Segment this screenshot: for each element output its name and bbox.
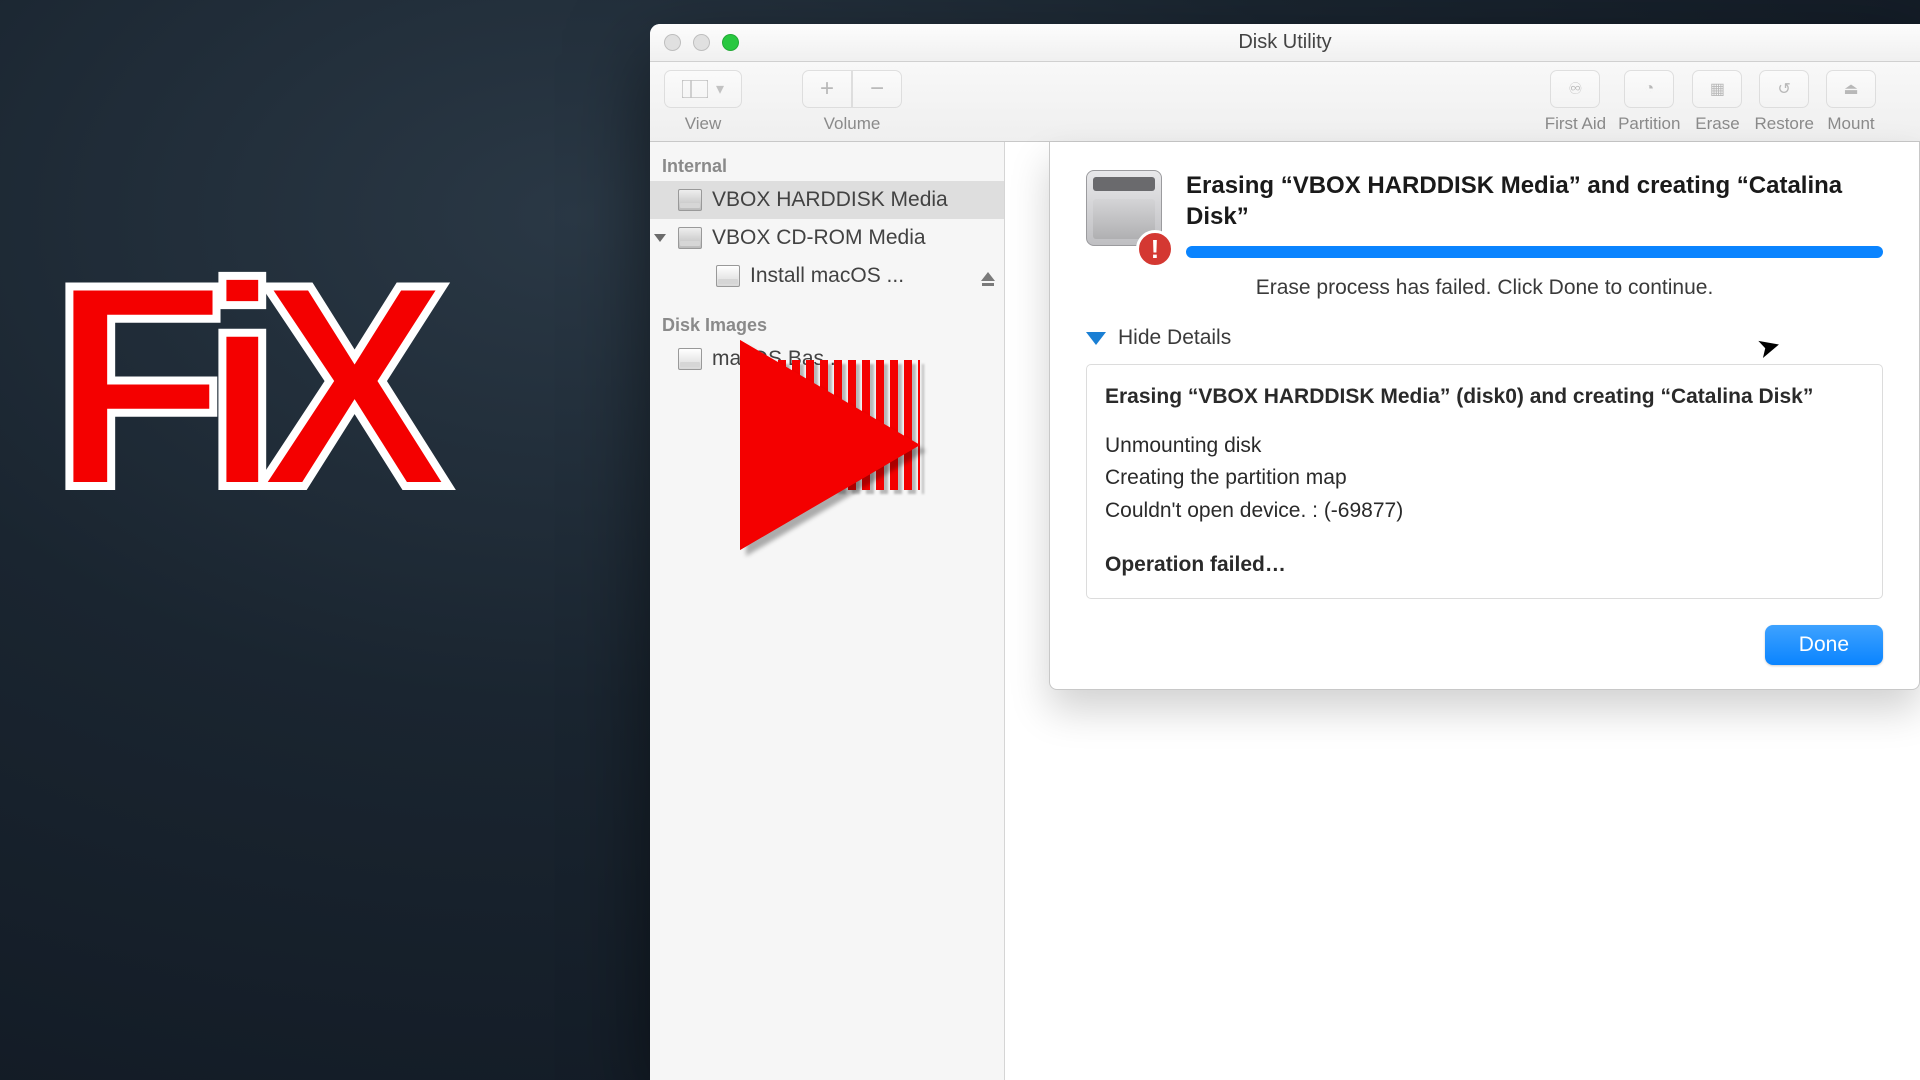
partition-button[interactable]: ◔	[1624, 70, 1674, 108]
disk-utility-window: Disk Utility ▾ View + − Volume ♾ First A…	[650, 24, 1920, 1080]
first-aid-button[interactable]: ♾	[1550, 70, 1600, 108]
titlebar: Disk Utility	[650, 24, 1920, 62]
arrow-icon	[740, 340, 920, 550]
mount-button[interactable]: ⏏	[1826, 70, 1876, 108]
disk-icon	[678, 227, 702, 249]
first-aid-label: First Aid	[1545, 114, 1606, 134]
eject-icon[interactable]	[981, 272, 995, 281]
minimize-button[interactable]	[693, 34, 710, 51]
volume-icon	[678, 348, 702, 370]
chevron-down-icon: ▾	[716, 79, 724, 99]
restore-label: Restore	[1754, 114, 1814, 134]
log-line: Couldn't open device. : (-69877)	[1105, 495, 1864, 528]
stethoscope-icon: ♾	[1568, 79, 1582, 99]
erase-icon: ▦	[1710, 79, 1725, 99]
sheet-title: Erasing “VBOX HARDDISK Media” and creati…	[1186, 170, 1883, 232]
view-label: View	[685, 114, 722, 134]
erase-button[interactable]: ▦	[1692, 70, 1742, 108]
partition-label: Partition	[1618, 114, 1680, 134]
mount-icon: ⏏	[1843, 79, 1858, 99]
sidebar-section-internal: Internal	[650, 150, 1004, 181]
sidebar-section-images: Disk Images	[650, 309, 1004, 340]
disclosure-icon[interactable]	[654, 234, 666, 242]
disclosure-down-icon	[1086, 332, 1106, 345]
sidebar-item-label: VBOX HARDDISK Media	[712, 188, 948, 212]
add-volume-button[interactable]: +	[802, 70, 852, 108]
done-button[interactable]: Done	[1765, 625, 1883, 665]
mount-label: Mount	[1827, 114, 1874, 134]
details-log: Erasing “VBOX HARDDISK Media” (disk0) an…	[1086, 364, 1883, 599]
remove-volume-button[interactable]: −	[852, 70, 902, 108]
alert-badge-icon: !	[1136, 230, 1174, 268]
log-failed: Operation failed…	[1105, 549, 1864, 582]
details-header: Erasing “VBOX HARDDISK Media” (disk0) an…	[1105, 381, 1864, 414]
volume-icon	[716, 265, 740, 287]
overlay-fix-text: FiX	[50, 270, 431, 502]
restore-icon: ↺	[1778, 79, 1791, 99]
main-content: ! Erasing “VBOX HARDDISK Media” and crea…	[1005, 142, 1920, 1080]
minus-icon: −	[870, 75, 884, 103]
pie-icon: ◔	[1644, 80, 1654, 98]
window-title: Disk Utility	[1238, 31, 1331, 54]
view-button[interactable]: ▾	[664, 70, 742, 108]
restore-button[interactable]: ↺	[1759, 70, 1809, 108]
sidebar-item-harddisk[interactable]: VBOX HARDDISK Media	[650, 181, 1004, 219]
close-button[interactable]	[664, 34, 681, 51]
zoom-button[interactable]	[722, 34, 739, 51]
sidebar-item-label: VBOX CD-ROM Media	[712, 226, 926, 250]
sidebar-icon	[682, 80, 708, 98]
plus-icon: +	[820, 75, 834, 103]
log-line: Unmounting disk	[1105, 430, 1864, 463]
sidebar-item-label: Install macOS ...	[750, 264, 904, 288]
toolbar: ▾ View + − Volume ♾ First Aid ◔ Partitio…	[650, 62, 1920, 142]
volume-label: Volume	[824, 114, 881, 134]
progress-bar	[1186, 246, 1883, 258]
status-text: Erase process has failed. Click Done to …	[1086, 276, 1883, 300]
sidebar: Internal VBOX HARDDISK Media VBOX CD-ROM…	[650, 142, 1005, 1080]
harddrive-alert-icon: !	[1086, 170, 1162, 260]
sidebar-item-install[interactable]: Install macOS ...	[650, 257, 1004, 295]
toggle-label: Hide Details	[1118, 326, 1231, 350]
erase-label: Erase	[1695, 114, 1739, 134]
sidebar-item-cdrom[interactable]: VBOX CD-ROM Media	[650, 219, 1004, 257]
log-line: Creating the partition map	[1105, 462, 1864, 495]
erase-sheet: ! Erasing “VBOX HARDDISK Media” and crea…	[1049, 142, 1920, 690]
disk-icon	[678, 189, 702, 211]
